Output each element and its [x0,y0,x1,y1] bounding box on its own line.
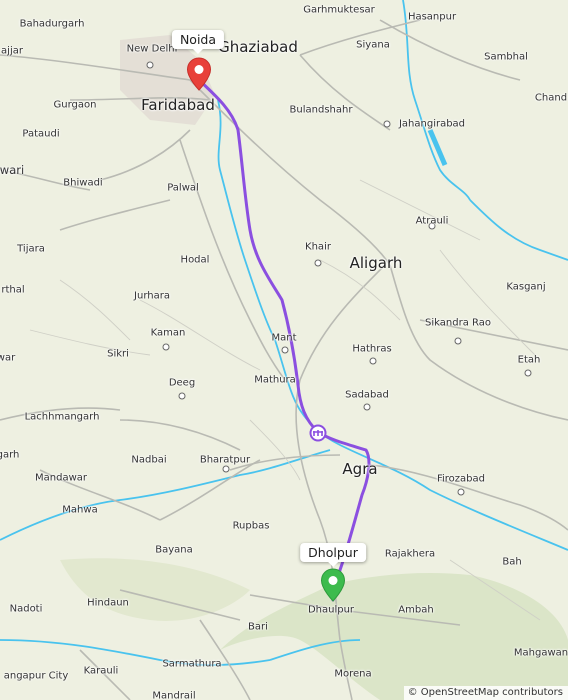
place-label: Mandrail [152,690,196,700]
place-label: Kasganj [506,281,546,293]
place-label: Bhiwadi [63,177,103,189]
place-dot [314,259,322,267]
place-label: Mahwa [62,504,98,516]
place-label: Khair [305,241,331,253]
place-label: Gurgaon [53,99,97,111]
place-label: war [0,352,16,364]
place-label: New Delhi [126,43,178,55]
place-label: Agra [342,460,378,478]
place-label: Atrauli [415,215,449,227]
place-label: Bahadurgarh [19,18,85,30]
place-label: Faridabad [141,96,215,114]
place-dot [222,465,230,473]
place-label: garh [0,449,20,461]
toll-gate-icon[interactable] [309,424,327,442]
place-label: Mandawar [35,472,87,484]
place-label: Pataudi [22,128,60,140]
place-label: Ghaziabad [218,38,298,56]
place-label: Bharatpur [199,454,251,466]
place-label: Morena [334,668,372,680]
place-label: Sarmathura [162,658,222,670]
place-label: Tijara [17,243,45,255]
place-dot [146,61,154,69]
place-label: Sadabad [345,389,389,401]
place-label: Chand [534,92,568,104]
place-dot [162,343,170,351]
place-label: Aligarh [349,254,403,272]
place-label: Lachhmangarh [24,411,100,423]
place-label: Nadoti [9,603,43,615]
place-label: wari [0,163,25,177]
hill-terrain [60,558,250,621]
place-label: Dhaulpur [307,604,355,616]
place-label: Siyana [356,39,390,51]
place-dot [454,337,462,345]
place-label: Ambah [398,604,434,616]
place-label: Sikri [107,348,129,360]
place-label: Bayana [155,544,193,556]
place-label: Garhmuktesar [303,4,375,16]
place-label: angapur City [3,670,69,682]
end-location-tag[interactable]: Dholpur [300,543,366,567]
place-label: Etah [517,354,541,366]
place-label: Hodal [180,254,210,266]
place-dot [281,346,289,354]
place-label: Mant [271,332,297,344]
place-label: Palwal [167,182,199,194]
place-dot [457,488,465,496]
place-label: Kaman [150,327,186,339]
lake [427,129,448,166]
place-label: Jurhara [134,290,170,302]
place-label: Bah [502,556,522,568]
place-label: Bulandshahr [289,104,353,116]
place-label: Hasanpur [407,11,457,23]
place-label: rthal [1,284,25,296]
place-label: Rajakhera [384,548,436,560]
map-canvas[interactable]: Bahadurgarh New Delhi Ghaziabad Garhmukt… [0,0,568,700]
place-label: Mahgawan [513,647,568,659]
place-label: Mathura [254,374,296,386]
place-label: Sikandra Rao [425,317,491,329]
place-dot [524,369,532,377]
place-dot [383,120,391,128]
place-label: Deeg [168,377,196,389]
start-location-tag[interactable]: Noida [171,30,225,54]
place-label: Karauli [83,665,119,677]
map-attribution[interactable]: © OpenStreetMap contributors [403,686,568,700]
place-label: Rupbas [232,520,270,532]
place-dot [369,357,377,365]
end-pin-icon[interactable] [320,568,346,602]
place-label: Jahangirabad [398,118,466,130]
place-label: ajjar [1,45,23,57]
ravine-terrain [220,573,568,700]
place-dot [178,392,186,400]
place-label: Nadbai [131,454,167,466]
place-label: Sambhal [484,51,528,63]
place-label: Hindaun [87,597,129,609]
place-dot [363,403,371,411]
start-pin-icon[interactable] [186,57,212,91]
minor-roads [29,179,541,621]
place-label: Firozabad [436,473,486,485]
place-label: Bari [248,621,268,633]
place-label: Hathras [352,343,392,355]
